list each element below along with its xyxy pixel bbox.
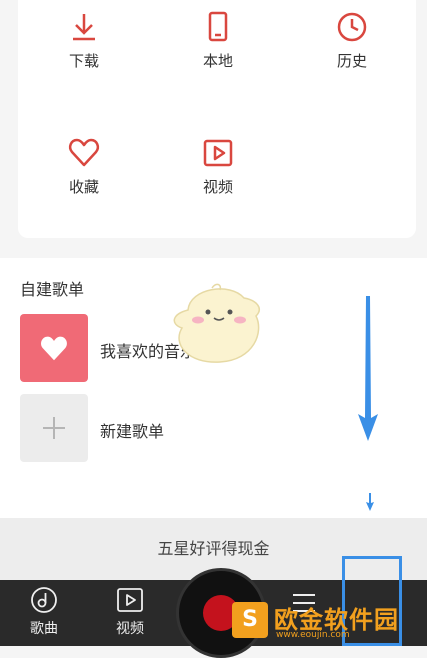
plus-icon <box>43 417 65 439</box>
video-entry[interactable]: 视频 <box>158 136 278 197</box>
watermark-url: www.eoujin.com <box>276 630 350 640</box>
watermark: S 欧金软件园 www.eoujin.com <box>232 600 422 640</box>
playlist-name: 新建歌单 <box>100 422 165 441</box>
tab-video[interactable]: 视频 <box>100 586 160 638</box>
quick-access-card: 下载 本地 历史 收藏 视频 <box>18 0 416 238</box>
annotation-arrow-small <box>366 493 374 511</box>
phone-icon <box>208 11 228 42</box>
music-note-icon <box>31 587 57 613</box>
tab-songs[interactable]: 歌曲 <box>14 586 74 638</box>
promo-text: 五星好评得现金 <box>157 539 270 558</box>
download-entry[interactable]: 下载 <box>24 10 144 71</box>
download-label: 下载 <box>68 52 99 70</box>
heart-icon <box>68 138 100 167</box>
history-label: 历史 <box>336 52 367 70</box>
clock-icon <box>337 12 367 42</box>
video-icon <box>203 139 233 167</box>
favorites-label: 收藏 <box>68 178 99 196</box>
mascot-illustration <box>173 283 260 363</box>
new-playlist-item[interactable]: 新建歌单 <box>20 394 380 462</box>
heart-icon <box>41 336 67 361</box>
watermark-logo: S <box>232 602 268 638</box>
playlist-cover <box>20 394 88 462</box>
section-title: 自建歌单 <box>20 280 85 299</box>
playlist-cover <box>20 314 88 382</box>
video-icon <box>117 588 143 612</box>
download-icon <box>73 14 95 41</box>
history-entry[interactable]: 历史 <box>292 10 412 71</box>
local-label: 本地 <box>202 52 233 70</box>
favorites-entry[interactable]: 收藏 <box>24 136 144 197</box>
video-label: 视频 <box>202 178 233 196</box>
tab-label: 视频 <box>116 621 144 637</box>
local-entry[interactable]: 本地 <box>158 10 278 71</box>
annotation-arrow <box>358 296 378 441</box>
tab-label: 歌曲 <box>30 621 58 637</box>
